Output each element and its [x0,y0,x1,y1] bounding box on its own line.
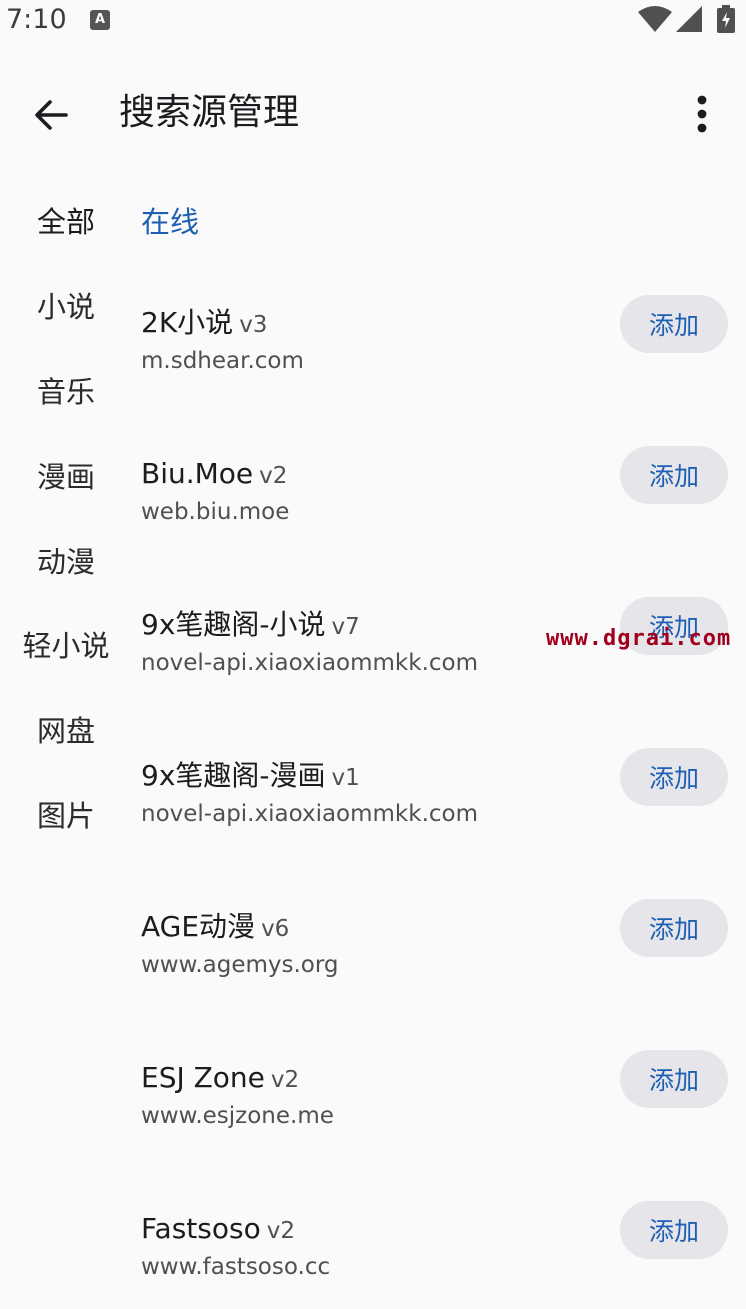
back-button[interactable] [24,88,78,142]
source-version: v2 [266,1218,295,1244]
add-source-button[interactable]: 添加 [620,748,728,806]
source-name: 2K小说 [141,306,234,339]
category-music[interactable]: 音乐 [0,372,132,412]
source-version: v3 [239,312,268,338]
add-source-button[interactable]: 添加 [620,1050,728,1108]
source-version: v6 [261,916,290,942]
source-item: 9x笔趣阁-小说 v7 novel-api.xiaoxiaommkk.com 添加 [141,597,731,705]
signal-icon [676,6,702,32]
wifi-icon [638,6,672,32]
add-source-button[interactable]: 添加 [620,446,728,504]
watermark-text: www.dgrai.com [546,626,732,651]
category-anime[interactable]: 动漫 [0,542,132,582]
source-item: Biu.Moe v2 web.biu.moe 添加 [141,446,731,554]
source-item: 2K小说 v3 m.sdhear.com 添加 [141,295,731,403]
page-title: 搜索源管理 [119,92,300,133]
category-image[interactable]: 图片 [0,796,132,836]
source-item: AGE动漫 v6 www.agemys.org 添加 [141,899,731,1007]
source-name: 9x笔趣阁-漫画 [141,759,326,792]
add-source-button[interactable]: 添加 [620,1201,728,1259]
add-source-button[interactable]: 添加 [620,295,728,353]
source-version: v7 [331,614,360,640]
source-item: 9x笔趣阁-漫画 v1 novel-api.xiaoxiaommkk.com 添加 [141,748,731,856]
arrow-back-icon [35,100,68,130]
source-url: m.sdhear.com [141,348,304,374]
source-name: ESJ Zone [141,1061,265,1094]
source-name: AGE动漫 [141,910,256,943]
source-version: v1 [331,765,360,791]
source-url: www.fastsoso.cc [141,1254,331,1280]
source-name: Fastsoso [141,1212,261,1245]
source-url: novel-api.xiaoxiaommkk.com [141,650,479,676]
category-cloud-drive[interactable]: 网盘 [0,711,132,751]
source-item: Fastsoso v2 www.fastsoso.cc 添加 [141,1201,731,1309]
source-name: Biu.Moe [141,457,254,490]
category-light-novel[interactable]: 轻小说 [0,626,132,666]
source-url: web.biu.moe [141,499,290,525]
status-bar: 7:10 A [0,0,746,44]
category-novel[interactable]: 小说 [0,287,132,327]
battery-charging-icon [717,5,735,33]
section-label-online: 在线 [141,205,200,239]
category-all[interactable]: 全部 [0,202,132,242]
more-options-button[interactable] [680,90,724,138]
source-item: ESJ Zone v2 www.esjzone.me 添加 [141,1050,731,1158]
source-version: v2 [270,1067,300,1093]
source-name: 9x笔趣阁-小说 [141,608,326,641]
source-url: www.esjzone.me [141,1103,334,1129]
category-comic[interactable]: 漫画 [0,457,132,497]
add-source-button[interactable]: 添加 [620,899,728,957]
source-url: novel-api.xiaoxiaommkk.com [141,801,479,827]
more-vert-icon [697,95,707,133]
source-url: www.agemys.org [141,952,339,978]
source-version: v2 [259,463,288,489]
notification-letter: A [94,12,106,27]
notification-icon: A [90,10,110,30]
status-time: 7:10 [6,4,67,35]
app-bar: 搜索源管理 [0,70,746,156]
